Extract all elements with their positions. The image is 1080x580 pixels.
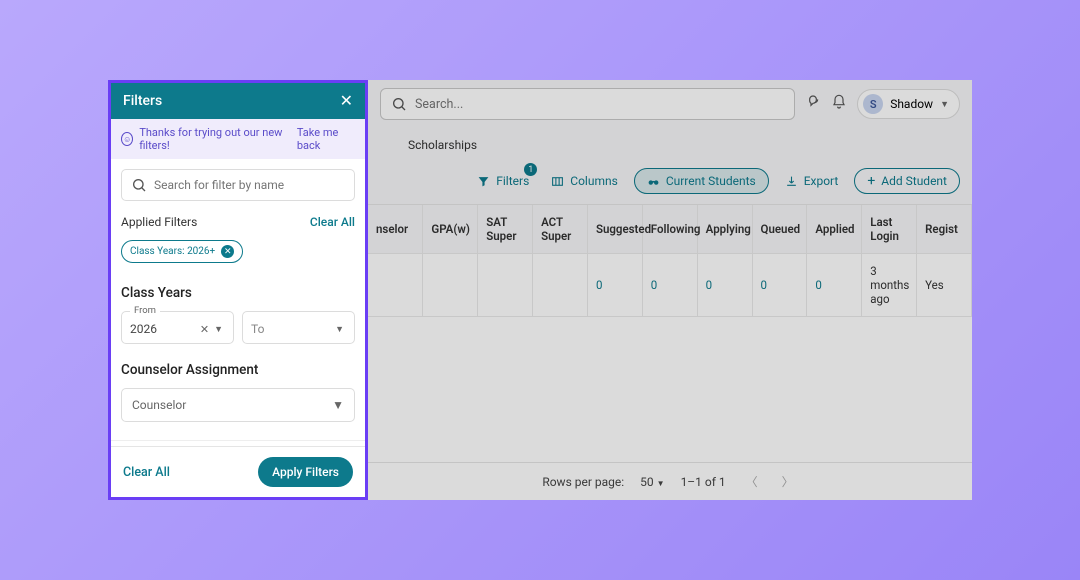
section-title-counselor: Counselor Assignment [121, 362, 355, 378]
cell [423, 254, 478, 317]
table-row[interactable]: 000003 months agoYes [368, 254, 972, 317]
from-value: 2026 [130, 322, 157, 336]
funnel-icon [477, 175, 490, 188]
filter-chip-class-years: Class Years: 2026+ ✕ [121, 240, 243, 263]
column-header[interactable]: Applied [807, 205, 862, 254]
banner-text: Thanks for trying out our new filters! [139, 126, 291, 152]
columns-button[interactable]: Columns [545, 169, 624, 193]
to-label: To [251, 322, 264, 336]
filter-search[interactable] [121, 169, 355, 201]
clear-from-icon[interactable]: ✕ [197, 323, 212, 336]
column-header[interactable]: nselor [368, 205, 423, 254]
counselor-placeholder: Counselor [132, 398, 186, 412]
cell [533, 254, 588, 317]
cell[interactable]: 0 [697, 254, 752, 317]
cell [478, 254, 533, 317]
column-header[interactable]: Last Login [862, 205, 917, 254]
global-search[interactable] [380, 88, 795, 120]
prev-page-button[interactable]: 〈 [742, 473, 762, 490]
global-search-input[interactable] [415, 97, 784, 112]
filters-banner: ☺ Thanks for trying out our new filters!… [111, 119, 365, 159]
pagination: Rows per page: 50 ▼ 1–1 of 1 〈 〉 [368, 462, 972, 500]
plus-icon: + [867, 174, 875, 188]
chip-label: Class Years: 2026+ [130, 246, 215, 257]
cell[interactable]: 0 [752, 254, 807, 317]
filters-title: Filters [123, 93, 162, 109]
main-area: S Shadow ▼ Scholarships Filters 1 Column… [368, 80, 972, 500]
page-range: 1–1 of 1 [681, 475, 726, 489]
chevron-down-icon[interactable]: ▼ [212, 324, 225, 335]
close-icon[interactable]: ✕ [340, 93, 353, 109]
user-menu[interactable]: S Shadow ▼ [857, 89, 960, 119]
counselor-select[interactable]: Counselor ▼ [121, 388, 355, 422]
filter-search-input[interactable] [154, 178, 345, 192]
column-header[interactable]: Applying [697, 205, 752, 254]
column-header[interactable]: GPA(w) [423, 205, 478, 254]
filters-button[interactable]: Filters 1 [471, 169, 535, 193]
footer-clear-all[interactable]: Clear All [123, 465, 170, 480]
apply-filters-button[interactable]: Apply Filters [258, 457, 353, 487]
chip-remove-icon[interactable]: ✕ [221, 245, 234, 258]
from-float-label: From [130, 305, 160, 316]
bell-icon[interactable] [831, 94, 847, 114]
column-header[interactable]: Regist [917, 205, 972, 254]
cell: 3 months ago [862, 254, 917, 317]
topbar: S Shadow ▼ [368, 80, 972, 128]
section-title-class-years: Class Years [121, 285, 355, 301]
cell: Yes [917, 254, 972, 317]
class-years-from-select[interactable]: From 2026 ✕ ▼ [121, 311, 234, 344]
export-button[interactable]: Export [779, 169, 845, 193]
clear-all-link[interactable]: Clear All [310, 215, 355, 229]
search-icon [131, 177, 147, 193]
filters-badge: 1 [524, 163, 537, 176]
cell[interactable]: 0 [807, 254, 862, 317]
cell[interactable]: 0 [642, 254, 697, 317]
rows-per-page-label: Rows per page: [542, 475, 624, 489]
filters-footer: Clear All Apply Filters [111, 446, 365, 497]
binoculars-icon [647, 175, 660, 188]
user-name: Shadow [890, 97, 933, 111]
smile-icon: ☺ [121, 132, 133, 146]
search-icon [391, 96, 407, 112]
applied-filters-label: Applied Filters [121, 215, 197, 229]
filters-header: Filters ✕ [111, 83, 365, 119]
chevron-down-icon[interactable]: ▼ [333, 324, 346, 335]
next-page-button[interactable]: 〉 [778, 473, 798, 490]
cell[interactable]: 0 [587, 254, 642, 317]
toolbar: Filters 1 Columns Current Students Expor… [368, 162, 972, 204]
chevron-down-icon[interactable]: ▼ [332, 398, 344, 412]
column-header[interactable]: Queued [752, 205, 807, 254]
column-header[interactable]: Following [642, 205, 697, 254]
cell [368, 254, 423, 317]
current-students-button[interactable]: Current Students [634, 168, 769, 194]
rows-per-page-select[interactable]: 50 ▼ [640, 475, 664, 489]
columns-icon [551, 175, 564, 188]
banner-action-link[interactable]: Take me back [297, 126, 355, 152]
column-header[interactable]: SAT Super [478, 205, 533, 254]
chevron-down-icon: ▼ [940, 99, 949, 110]
download-icon [785, 175, 798, 188]
class-years-to-select[interactable]: To ▼ [242, 311, 355, 344]
subnav-scholarships[interactable]: Scholarships [368, 128, 972, 162]
column-header[interactable]: ACT Super [533, 205, 588, 254]
filters-panel: Filters ✕ ☺ Thanks for trying out our ne… [108, 80, 368, 500]
add-student-button[interactable]: + Add Student [854, 168, 960, 194]
chat-icon[interactable] [805, 94, 821, 114]
column-header[interactable]: Suggested [587, 205, 642, 254]
students-table: nselorGPA(w)SAT SuperACT SuperSuggestedF… [368, 204, 972, 462]
avatar: S [863, 94, 883, 114]
